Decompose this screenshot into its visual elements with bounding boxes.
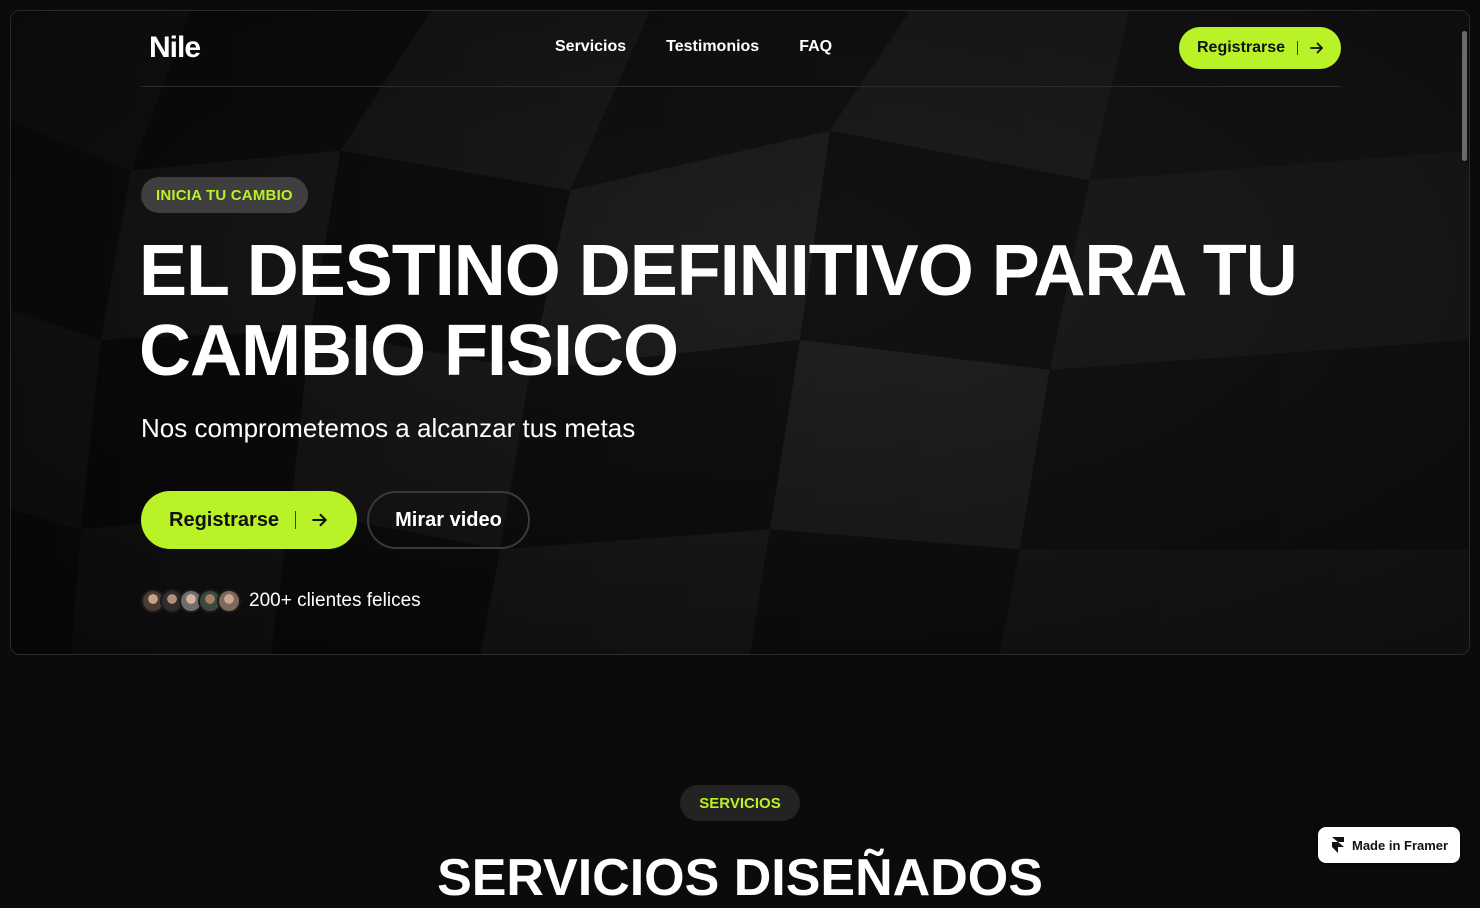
- services-badge: SERVICIOS: [680, 785, 800, 821]
- arrow-right-icon: [1310, 42, 1323, 54]
- hero-register-button[interactable]: Registrarse: [141, 491, 357, 549]
- nav-link-faq[interactable]: FAQ: [799, 38, 832, 56]
- page-scrollbar[interactable]: [1462, 31, 1467, 161]
- framer-badge-label: Made in Framer: [1352, 837, 1449, 853]
- nav-register-button[interactable]: Registrarse: [1179, 27, 1341, 69]
- nav-links: Servicios Testimonios FAQ: [555, 38, 832, 56]
- button-divider: [1297, 41, 1299, 55]
- hero-headline: EL DESTINO DEFINITIVO PARA TU CAMBIO FIS…: [139, 231, 1379, 391]
- button-divider: [295, 511, 297, 529]
- brand-logo[interactable]: Nile: [149, 31, 201, 65]
- avatar: [217, 589, 241, 613]
- watch-video-button[interactable]: Mirar video: [367, 491, 530, 549]
- nav-register-label: Registrarse: [1197, 39, 1286, 56]
- top-navigation: Nile Servicios Testimonios FAQ Registrar…: [141, 11, 1341, 87]
- hero-section: Nile Servicios Testimonios FAQ Registrar…: [10, 10, 1470, 655]
- hero-subtitle: Nos comprometemos a alcanzar tus metas: [141, 413, 636, 443]
- happy-clients: 200+ clientes felices: [141, 587, 421, 615]
- hero-badge: INICIA TU CAMBIO: [141, 177, 308, 213]
- made-in-framer-badge[interactable]: Made in Framer: [1318, 827, 1460, 863]
- nav-link-servicios[interactable]: Servicios: [555, 38, 626, 56]
- headline-line-1: EL DESTINO DEFINITIVO PARA TU: [139, 231, 1298, 311]
- clients-count-text: 200+ clientes felices: [249, 590, 421, 611]
- framer-icon: [1332, 837, 1344, 853]
- avatar-group: [141, 589, 241, 613]
- headline-line-2: CAMBIO FISICO: [139, 311, 679, 391]
- services-title: SERVICIOS DISEÑADOS: [437, 849, 1043, 907]
- arrow-right-icon: [312, 513, 327, 527]
- nav-link-testimonios[interactable]: Testimonios: [666, 38, 759, 56]
- hero-register-label: Registrarse: [169, 508, 280, 531]
